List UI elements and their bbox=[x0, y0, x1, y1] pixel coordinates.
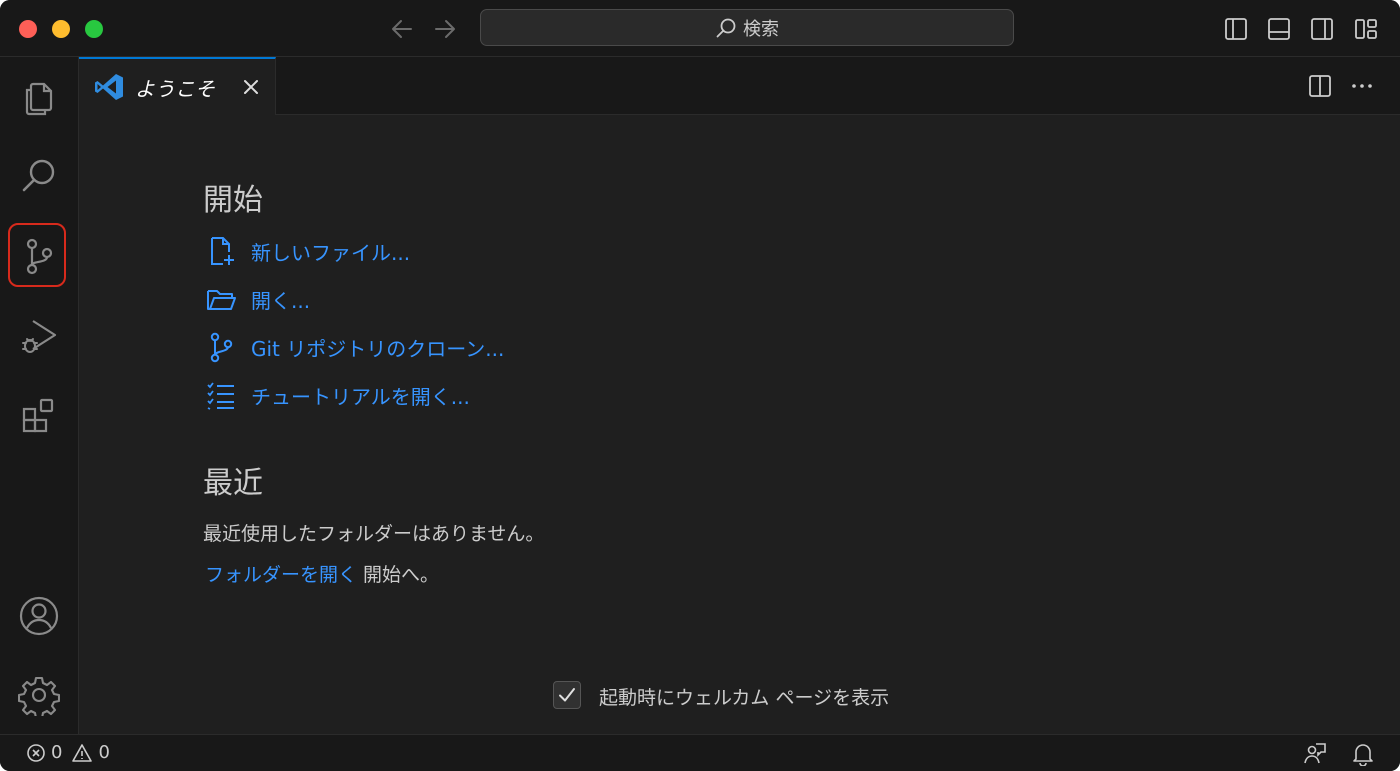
new-file-label: 新しいファイル... bbox=[251, 240, 411, 265]
tab-welcome[interactable]: ようこそ bbox=[79, 57, 276, 115]
status-bar: 0 0 bbox=[0, 734, 1400, 771]
recent-heading: 最近 bbox=[203, 466, 263, 501]
error-count: 0 bbox=[51, 742, 63, 763]
check-icon bbox=[559, 688, 575, 702]
start-heading: 開始 bbox=[203, 183, 263, 218]
vscode-logo-icon bbox=[95, 74, 123, 100]
toggle-secondary-sidebar-icon[interactable] bbox=[1309, 16, 1335, 42]
close-window-button[interactable] bbox=[19, 20, 37, 38]
activity-explorer[interactable] bbox=[14, 71, 64, 121]
run-debug-icon bbox=[22, 320, 57, 353]
account-icon bbox=[19, 596, 59, 636]
arrow-right-icon[interactable] bbox=[432, 16, 458, 42]
arrow-left-icon[interactable] bbox=[389, 16, 415, 42]
minimize-window-button[interactable] bbox=[52, 20, 70, 38]
welcome-page: 開始 新しいファイル... 開く... Git リポジトリのクローン... チュ… bbox=[79, 115, 1400, 734]
maximize-window-button[interactable] bbox=[85, 20, 103, 38]
open-folder-line: フォルダーを開く 開始へ。 bbox=[205, 560, 439, 587]
git-clone-link[interactable]: Git リポジトリのクローン... bbox=[205, 331, 504, 363]
activity-run-debug[interactable] bbox=[14, 311, 64, 361]
open-label: 開く... bbox=[251, 288, 311, 313]
close-icon[interactable] bbox=[239, 75, 263, 99]
toggle-panel-icon[interactable] bbox=[1266, 16, 1292, 42]
source-control-icon bbox=[26, 238, 53, 275]
activity-extensions[interactable] bbox=[14, 391, 64, 441]
search-placeholder: 検索 bbox=[743, 18, 779, 40]
open-folder-link[interactable]: フォルダーを開く bbox=[205, 564, 357, 586]
error-icon bbox=[27, 743, 45, 762]
warning-count: 0 bbox=[98, 742, 110, 763]
bell-icon[interactable] bbox=[1352, 742, 1374, 766]
tab-label: ようこそ bbox=[135, 76, 215, 101]
split-editor-icon[interactable] bbox=[1307, 73, 1333, 99]
command-center-search[interactable]: 検索 bbox=[480, 9, 1014, 46]
activity-bar bbox=[0, 57, 79, 734]
activity-manage[interactable] bbox=[14, 670, 64, 720]
problems-status[interactable]: 0 0 bbox=[26, 742, 110, 763]
folder-open-icon bbox=[207, 290, 236, 310]
activity-accounts[interactable] bbox=[14, 591, 64, 641]
show-on-startup-checkbox[interactable] bbox=[553, 681, 581, 709]
checklist-icon bbox=[207, 382, 234, 410]
feedback-icon[interactable] bbox=[1303, 742, 1327, 766]
git-clone-label: Git リポジトリのクローン... bbox=[251, 336, 505, 361]
new-file-link[interactable]: 新しいファイル... bbox=[205, 235, 410, 267]
extensions-icon bbox=[22, 398, 54, 433]
toggle-primary-sidebar-icon[interactable] bbox=[1223, 16, 1249, 42]
show-on-startup-label: 起動時にウェルカム ページを表示 bbox=[599, 687, 890, 709]
open-folder-suffix: 開始へ。 bbox=[357, 564, 440, 586]
editor-tab-bar: ようこそ bbox=[79, 57, 1400, 115]
activity-search[interactable] bbox=[14, 151, 64, 201]
more-actions-icon[interactable] bbox=[1349, 73, 1375, 99]
customize-layout-icon[interactable] bbox=[1353, 16, 1379, 42]
open-tutorial-label: チュートリアルを開く... bbox=[251, 384, 470, 409]
open-tutorial-link[interactable]: チュートリアルを開く... bbox=[205, 379, 470, 411]
search-icon bbox=[716, 18, 736, 37]
new-file-icon bbox=[211, 237, 234, 265]
search-icon bbox=[22, 159, 55, 192]
open-link[interactable]: 開く... bbox=[205, 283, 310, 315]
warning-icon bbox=[72, 743, 93, 762]
title-bar: 検索 bbox=[0, 0, 1400, 57]
files-icon bbox=[25, 82, 53, 116]
gear-icon bbox=[18, 676, 60, 716]
git-branch-icon bbox=[210, 332, 233, 363]
vscode-window: 検索 ようこそ 開始 新しいファイル... 開く... Git リポジトリのクロ… bbox=[0, 0, 1400, 771]
recent-empty-text: 最近使用したフォルダーはありません。 bbox=[203, 523, 545, 545]
activity-source-control[interactable] bbox=[14, 231, 64, 281]
